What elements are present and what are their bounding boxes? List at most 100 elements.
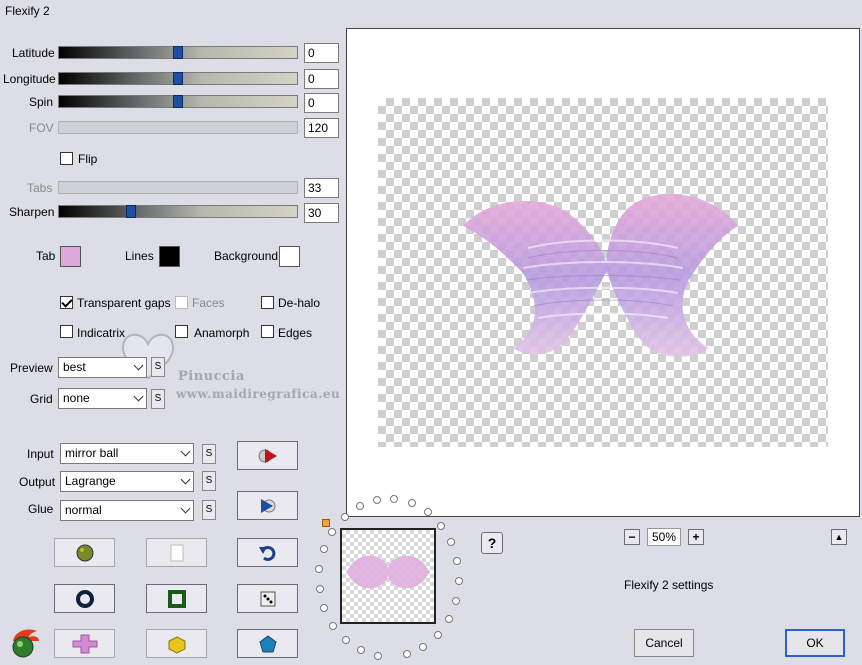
input-label: Input: [27, 447, 54, 461]
tabs-slider: [58, 181, 298, 194]
rotation-dial-dot[interactable]: [319, 545, 328, 554]
tab-color-label: Tab: [36, 249, 56, 263]
cube-button[interactable]: [146, 629, 207, 658]
rotation-dial-dot[interactable]: [451, 596, 460, 605]
render-backward-button[interactable]: [237, 491, 298, 520]
latitude-input[interactable]: 0: [304, 43, 339, 63]
input-s-button[interactable]: S: [202, 444, 216, 464]
glue-select[interactable]: normal: [60, 500, 194, 521]
transparent-gaps-label: Transparent gaps: [77, 296, 171, 310]
grid-select[interactable]: none: [58, 388, 147, 409]
zoom-level[interactable]: 50%: [647, 528, 681, 546]
lines-color-swatch[interactable]: [159, 246, 180, 267]
ok-button[interactable]: OK: [785, 629, 845, 657]
rotation-dial-dot[interactable]: [328, 527, 337, 536]
help-button[interactable]: ?: [481, 532, 503, 554]
spin-slider[interactable]: [58, 95, 298, 108]
rotation-dial-dot[interactable]: [447, 538, 456, 547]
pentagon-button[interactable]: [237, 629, 298, 658]
globe-icon: [76, 544, 93, 561]
rotation-dial-dot[interactable]: [372, 496, 381, 505]
spin-input[interactable]: 0: [304, 93, 339, 113]
zoom-out-button[interactable]: −: [624, 529, 640, 545]
square-frame-icon: [167, 589, 186, 608]
plus-shape-icon: [72, 634, 97, 653]
input-select[interactable]: mirror ball: [60, 443, 194, 464]
sharpen-label: Sharpen: [9, 205, 55, 219]
rotation-dial-dot[interactable]: [315, 564, 324, 573]
rotation-dial-dot[interactable]: [453, 557, 462, 566]
rotation-dial-dot[interactable]: [437, 521, 446, 530]
tabs-input: 33: [304, 178, 339, 198]
tabs-label: Tabs: [27, 181, 53, 195]
rotation-dial-dot[interactable]: [374, 652, 383, 661]
sharpen-slider-thumb[interactable]: [126, 205, 136, 218]
longitude-input[interactable]: 0: [304, 69, 339, 89]
rotation-dial-dot[interactable]: [433, 630, 442, 639]
render-forward-button[interactable]: [237, 441, 298, 470]
transparent-gaps-checkbox[interactable]: [60, 296, 73, 309]
rotation-dial-dot[interactable]: [454, 577, 463, 586]
preview-quality-select[interactable]: best: [58, 357, 147, 378]
rotation-dial-dot[interactable]: [402, 650, 411, 659]
rotation-dial-dot[interactable]: [444, 615, 453, 624]
de-halo-checkbox[interactable]: [261, 296, 274, 309]
sharpen-input[interactable]: 30: [304, 203, 339, 223]
grid-s-button[interactable]: S: [151, 389, 165, 409]
glue-value: normal: [65, 503, 102, 517]
preview-canvas[interactable]: [378, 98, 828, 447]
glue-s-button[interactable]: S: [202, 500, 216, 520]
ring-button[interactable]: [54, 584, 115, 613]
watermark-name: Pinuccia: [178, 369, 245, 384]
fov-input: 120: [304, 118, 339, 138]
latitude-label: Latitude: [12, 46, 55, 60]
undo-icon: [258, 545, 275, 561]
longitude-slider-thumb[interactable]: [173, 72, 183, 85]
play-blue-icon: [260, 498, 275, 513]
plus-shape-button[interactable]: [54, 629, 115, 658]
preview-s-button[interactable]: S: [151, 357, 165, 377]
background-color-swatch[interactable]: [279, 246, 300, 267]
rotation-dial-dot[interactable]: [320, 604, 329, 613]
flip-checkbox[interactable]: [60, 152, 73, 165]
latitude-slider[interactable]: [58, 46, 298, 59]
fov-slider: [58, 121, 298, 134]
ring-icon: [75, 589, 94, 608]
rotation-dial-dot[interactable]: [356, 646, 365, 655]
rotation-dial-dot[interactable]: [340, 512, 349, 521]
faces-checkbox: [175, 296, 188, 309]
background-color-label: Background: [214, 249, 279, 263]
output-label: Output: [19, 475, 56, 489]
rotation-dial-dot[interactable]: [315, 584, 324, 593]
rotation-dial-dot[interactable]: [419, 642, 428, 651]
sharpen-slider[interactable]: [58, 205, 298, 218]
indicatrix-checkbox[interactable]: [60, 325, 73, 338]
chevron-down-icon: [180, 446, 191, 457]
flaming-globe-logo-icon: [9, 627, 41, 659]
latitude-slider-thumb[interactable]: [173, 46, 183, 59]
cancel-button[interactable]: Cancel: [634, 629, 694, 657]
window-title: Flexify 2: [5, 4, 50, 18]
collapse-button[interactable]: ▲: [831, 529, 847, 545]
new-button[interactable]: [146, 538, 207, 567]
tab-color-swatch[interactable]: [60, 246, 81, 267]
rotation-dial-dot[interactable]: [355, 502, 364, 511]
edges-checkbox[interactable]: [261, 325, 274, 338]
output-select[interactable]: Lagrange: [60, 471, 194, 492]
spin-slider-thumb[interactable]: [173, 95, 183, 108]
rotation-marker-icon: [322, 519, 330, 527]
rotation-dial-dot[interactable]: [329, 621, 338, 630]
frame-button[interactable]: [146, 584, 207, 613]
output-s-button[interactable]: S: [202, 471, 216, 491]
random-button[interactable]: [237, 584, 298, 613]
navigator-thumbnail[interactable]: [340, 528, 436, 624]
preview-quality-value: best: [63, 360, 86, 374]
glue-label: Glue: [28, 502, 54, 516]
undo-button[interactable]: [237, 538, 298, 567]
zoom-in-button[interactable]: +: [688, 529, 704, 545]
chevron-down-icon: [180, 503, 191, 514]
globe-button[interactable]: [54, 538, 115, 567]
rotation-dial-dot[interactable]: [341, 636, 350, 645]
longitude-slider[interactable]: [58, 72, 298, 85]
chevron-down-icon: [133, 360, 144, 371]
